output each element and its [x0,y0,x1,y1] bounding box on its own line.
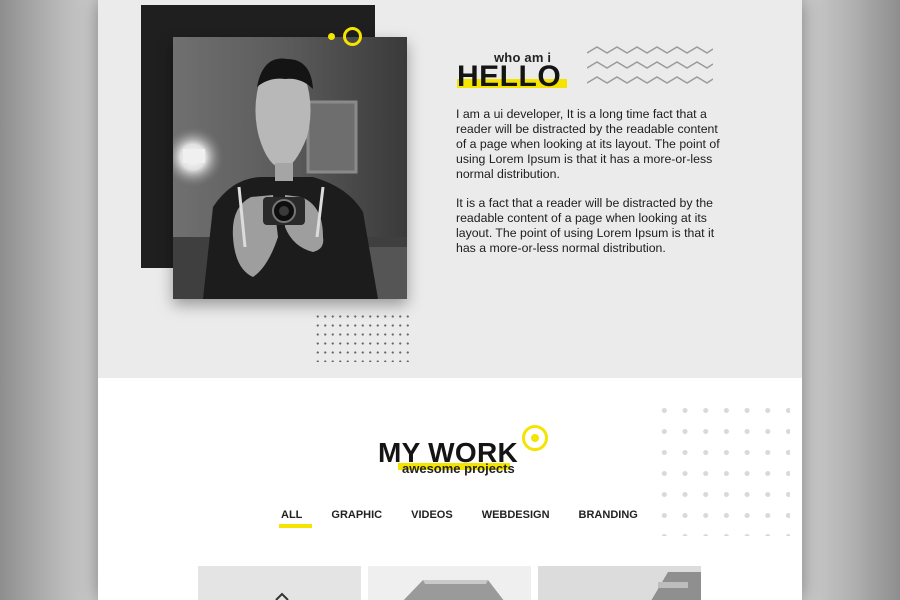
work-subtitle: awesome projects [402,461,515,476]
portfolio-page: who am i HELLO I am a ui developer, It i… [98,0,802,600]
zigzag-pattern-icon [587,46,713,84]
tab-graphic[interactable]: GRAPHIC [331,509,382,521]
ring-decoration-icon [522,425,548,451]
ring-decoration-icon [343,27,362,46]
tab-videos[interactable]: VIDEOS [411,509,453,521]
dot-grid-pattern [654,400,790,536]
about-description: I am a ui developer, It is a long time f… [456,107,726,270]
about-paragraph: I am a ui developer, It is a long time f… [456,107,720,181]
dot-grid-pattern [314,312,410,362]
about-paragraph: It is a fact that a reader will be distr… [456,196,715,255]
project-thumbnail[interactable] [538,566,701,600]
tab-all[interactable]: ALL [278,509,313,528]
portfolio-filter-tabs: ALL GRAPHIC VIDEOS WEBDESIGN BRANDING [278,509,667,528]
project-thumbnail[interactable] [368,566,531,600]
about-section: who am i HELLO I am a ui developer, It i… [98,0,802,378]
profile-photo [173,37,407,299]
tab-webdesign[interactable]: WEBDESIGN [482,509,550,521]
yellow-dot-decoration [328,33,335,40]
tab-branding[interactable]: BRANDING [579,509,638,521]
project-thumbnail[interactable] [198,566,361,600]
work-heading: MY WORK awesome projects [378,438,518,477]
about-title: HELLO [457,60,562,93]
about-heading: HELLO [457,60,567,93]
